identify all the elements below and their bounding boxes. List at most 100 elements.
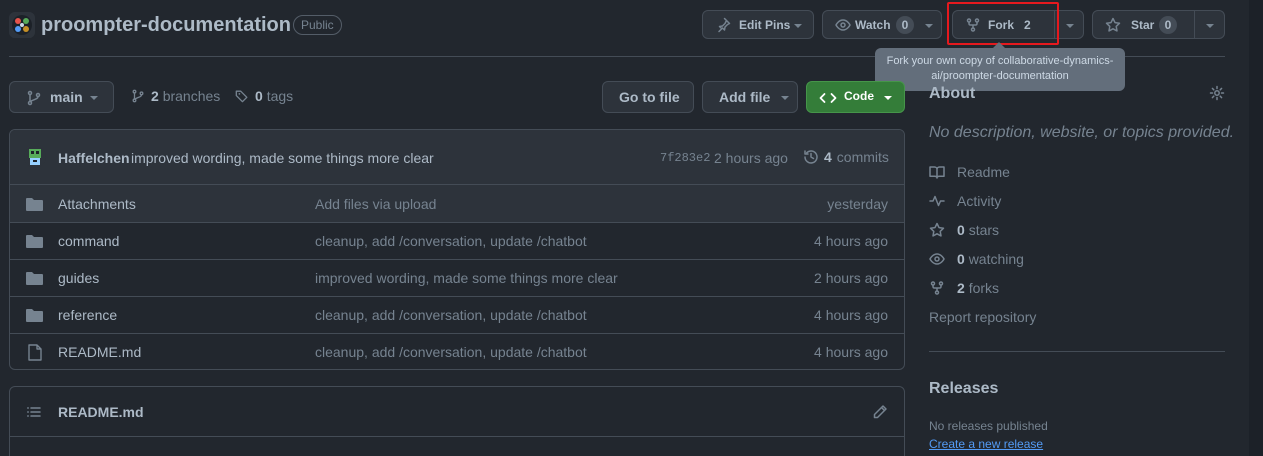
file-age: yesterday <box>827 195 888 212</box>
file-commit-message[interactable]: cleanup, add /conversation, update /chat… <box>315 307 587 323</box>
chevron-down-icon <box>925 24 933 28</box>
file-name[interactable]: reference <box>58 307 117 323</box>
sidebar-divider <box>929 351 1225 352</box>
avatar[interactable] <box>24 146 46 168</box>
readme-link[interactable]: Readme <box>929 164 1010 180</box>
star-icon <box>1105 17 1121 33</box>
go-to-file-label: Go to file <box>619 89 680 105</box>
file-name[interactable]: guides <box>58 270 99 286</box>
tags-link[interactable]: 0 tags <box>235 88 293 104</box>
file-age: 2 hours ago <box>814 270 888 286</box>
gear-icon[interactable] <box>1209 85 1225 101</box>
activity-label: Activity <box>957 193 1002 209</box>
watching-count: 0 <box>957 251 965 267</box>
file-name[interactable]: command <box>58 233 119 249</box>
branches-count: 2 <box>151 88 159 104</box>
pulse-icon <box>929 193 945 209</box>
readme-title[interactable]: README.md <box>58 404 144 420</box>
pencil-icon[interactable] <box>872 404 888 420</box>
activity-link[interactable]: Activity <box>929 193 1001 209</box>
fork-tooltip: Fork your own copy of collaborative-dyna… <box>875 42 1125 91</box>
tags-count: 0 <box>255 88 263 104</box>
eye-icon <box>835 17 851 33</box>
visibility-badge: Public <box>293 15 342 35</box>
star-button[interactable]: Star 0 <box>1092 10 1225 39</box>
code-button[interactable]: Code <box>806 81 905 113</box>
watching-link[interactable]: 0 watching <box>929 251 1024 267</box>
folder-icon <box>26 308 43 322</box>
readme-panel: README.md <box>9 386 905 456</box>
branch-name: main <box>50 89 83 105</box>
watch-button[interactable]: Watch 0 <box>822 10 942 39</box>
report-repository-link[interactable]: Report repository <box>929 309 1036 325</box>
file-name[interactable]: README.md <box>58 344 141 360</box>
about-description: No description, website, or topics provi… <box>929 124 1235 141</box>
tags-label: tags <box>266 88 294 104</box>
file-commit-message[interactable]: cleanup, add /conversation, update /chat… <box>315 233 587 249</box>
scrollbar-track[interactable] <box>1249 0 1263 456</box>
commit-message[interactable]: improved wording, made some things more … <box>131 150 434 166</box>
fork-highlight <box>947 2 1059 45</box>
chevron-down-icon <box>794 24 802 28</box>
stars-count: 0 <box>957 222 965 238</box>
git-branch-icon <box>26 90 42 106</box>
file-row[interactable]: guides improved wording, made some thing… <box>10 259 904 296</box>
file-commit-message[interactable]: improved wording, made some things more … <box>315 270 618 286</box>
create-release-link[interactable]: Create a new release <box>929 437 1043 451</box>
commit-age: 2 hours ago <box>714 150 788 166</box>
folder-icon <box>26 197 43 211</box>
file-commit-message[interactable]: cleanup, add /conversation, update /chat… <box>315 344 587 360</box>
file-row[interactable]: command cleanup, add /conversation, upda… <box>10 222 904 259</box>
about-title: About <box>929 85 976 102</box>
commit-sha[interactable]: 7f283e2 <box>660 151 710 165</box>
edit-pins-label: Edit Pins <box>739 18 791 32</box>
no-releases-text: No releases published <box>929 419 1048 433</box>
stars-link[interactable]: 0 stars <box>929 222 999 238</box>
file-row[interactable]: reference cleanup, add /conversation, up… <box>10 296 904 333</box>
file-age: 4 hours ago <box>814 344 888 360</box>
stars-label: stars <box>968 222 1000 238</box>
list-unordered-icon[interactable] <box>26 404 42 420</box>
file-age: 4 hours ago <box>814 233 888 249</box>
file-icon <box>28 343 42 361</box>
tag-icon <box>235 88 249 104</box>
pin-icon <box>715 17 731 33</box>
file-age: 4 hours ago <box>814 307 888 323</box>
commits-link[interactable]: 4 commits <box>803 149 889 165</box>
readme-header: README.md <box>10 387 904 437</box>
releases-title[interactable]: Releases <box>929 380 998 398</box>
add-file-label: Add file <box>719 89 771 105</box>
branches-link[interactable]: 2 branches <box>131 88 220 104</box>
watching-label: watching <box>968 251 1024 267</box>
file-name[interactable]: Attachments <box>58 196 136 212</box>
chevron-down-icon <box>884 96 892 100</box>
file-row[interactable]: README.md cleanup, add /conversation, up… <box>10 333 904 369</box>
chevron-down-icon[interactable] <box>1206 24 1214 28</box>
folder-icon <box>26 234 43 248</box>
forks-label: forks <box>968 280 1000 296</box>
file-table: Haffelchen improved wording, made some t… <box>9 129 905 370</box>
edit-pins-button[interactable]: Edit Pins <box>702 10 814 39</box>
repo-name[interactable]: proompter-documentation <box>41 12 291 38</box>
add-file-button[interactable]: Add file <box>702 81 798 113</box>
commit-author[interactable]: Haffelchen <box>58 150 130 166</box>
commits-label: commits <box>836 149 889 165</box>
readme-label: Readme <box>957 164 1010 180</box>
star-count: 0 <box>1159 16 1177 34</box>
chevron-down-icon[interactable] <box>1066 24 1074 28</box>
forks-count: 2 <box>957 280 965 296</box>
forks-link[interactable]: 2 forks <box>929 280 999 296</box>
watch-label: Watch <box>855 18 891 32</box>
go-to-file-button[interactable]: Go to file <box>602 81 694 113</box>
file-row[interactable]: Attachments Add files via upload yesterd… <box>10 185 904 222</box>
book-icon <box>929 164 945 180</box>
code-label: Code <box>844 89 874 103</box>
file-commit-message[interactable]: Add files via upload <box>315 196 436 212</box>
watch-count: 0 <box>896 16 914 34</box>
folder-icon <box>26 271 43 285</box>
history-icon <box>803 149 819 165</box>
code-icon <box>819 90 837 106</box>
repo-avatar <box>9 12 35 38</box>
latest-commit-row: Haffelchen improved wording, made some t… <box>10 130 904 185</box>
branch-select-button[interactable]: main <box>9 81 114 113</box>
